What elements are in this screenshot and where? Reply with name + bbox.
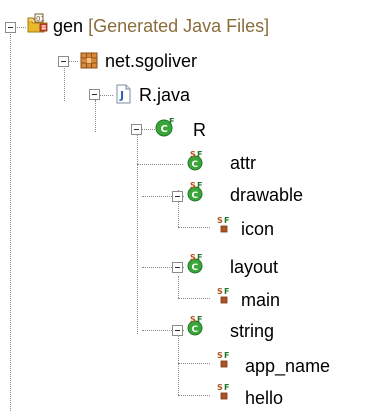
svg-text:F: F [224,383,229,392]
collapse-toggle-inner-class[interactable] [172,191,183,202]
static-final-field-icon: S F [217,351,229,368]
svg-text:F: F [197,150,202,159]
tree-item-class[interactable]: R [193,119,206,141]
svg-text:S: S [217,216,223,225]
svg-text:S: S [217,383,223,392]
package-icon [80,52,98,69]
tree-item-field[interactable]: hello [245,387,283,409]
generated-source-folder-icon: 01 [27,13,48,33]
static-final-inner-class-icon: C S F [187,253,203,274]
svg-text:F: F [197,315,202,324]
collapse-toggle-package[interactable] [58,56,69,67]
svg-text:S: S [190,253,196,262]
collapse-toggle-gen[interactable] [5,22,16,33]
collapse-toggle-inner-class[interactable] [172,262,183,273]
tree-line [142,129,155,130]
tree-line [178,276,179,298]
svg-text:F: F [197,181,202,190]
tree-line [178,298,210,299]
tree-item-gen[interactable]: gen [Generated Java Files] [53,15,269,37]
tree-line [178,333,179,395]
tree-item-inner-class[interactable]: attr [230,152,256,174]
svg-text:S: S [217,287,223,296]
static-final-inner-class-icon: C S F [187,150,203,171]
tree-line [64,65,65,101]
svg-text:C: C [192,263,199,273]
svg-text:C: C [192,160,199,170]
tree-line [178,395,210,396]
tree-item-decoration: [Generated Java Files] [88,16,270,36]
tree-line [17,27,26,28]
class-icon: C F [155,117,174,137]
tree-item-file[interactable]: R.java [139,84,190,106]
svg-text:S: S [190,315,196,324]
svg-text:F: F [224,287,229,296]
tree-item-field[interactable]: main [241,289,280,311]
tree-item-inner-class[interactable]: drawable [230,184,303,206]
static-final-field-icon: S F [217,287,229,304]
svg-text:J: J [119,89,124,102]
tree-item-inner-class[interactable]: string [230,320,274,342]
tree-line [95,100,96,132]
tree-item-inner-class[interactable]: layout [230,256,278,278]
svg-text:S: S [190,181,196,190]
static-final-field-icon: S F [217,383,229,400]
svg-text:C: C [192,191,199,201]
java-file-icon: J [116,84,131,104]
svg-text:C: C [192,325,199,335]
collapse-toggle-file[interactable] [89,89,100,100]
svg-text:F: F [169,117,174,126]
collapse-toggle-inner-class[interactable] [172,325,183,336]
tree-item-label: gen [53,16,84,36]
svg-text:S: S [190,150,196,159]
tree-line [10,30,11,411]
tree-item-field[interactable]: icon [241,218,274,240]
svg-text:01: 01 [36,15,45,23]
static-final-inner-class-icon: C S F [187,315,203,336]
tree-line [178,363,210,364]
project-explorer-tree: 01 gen [Generated Java Files] net.sgoliv… [0,0,376,411]
static-final-inner-class-icon: C S F [187,181,203,202]
svg-text:F: F [197,253,202,262]
tree-line [178,227,210,228]
svg-text:F: F [224,216,229,225]
collapse-toggle-class[interactable] [131,124,142,135]
svg-text:F: F [224,351,229,360]
tree-line [69,61,78,62]
tree-line [137,164,183,165]
svg-text:C: C [161,124,168,135]
tree-item-field[interactable]: app_name [245,355,330,377]
svg-text:S: S [217,351,223,360]
static-final-field-icon: S F [217,216,229,233]
tree-item-package[interactable]: net.sgoliver [105,50,197,72]
